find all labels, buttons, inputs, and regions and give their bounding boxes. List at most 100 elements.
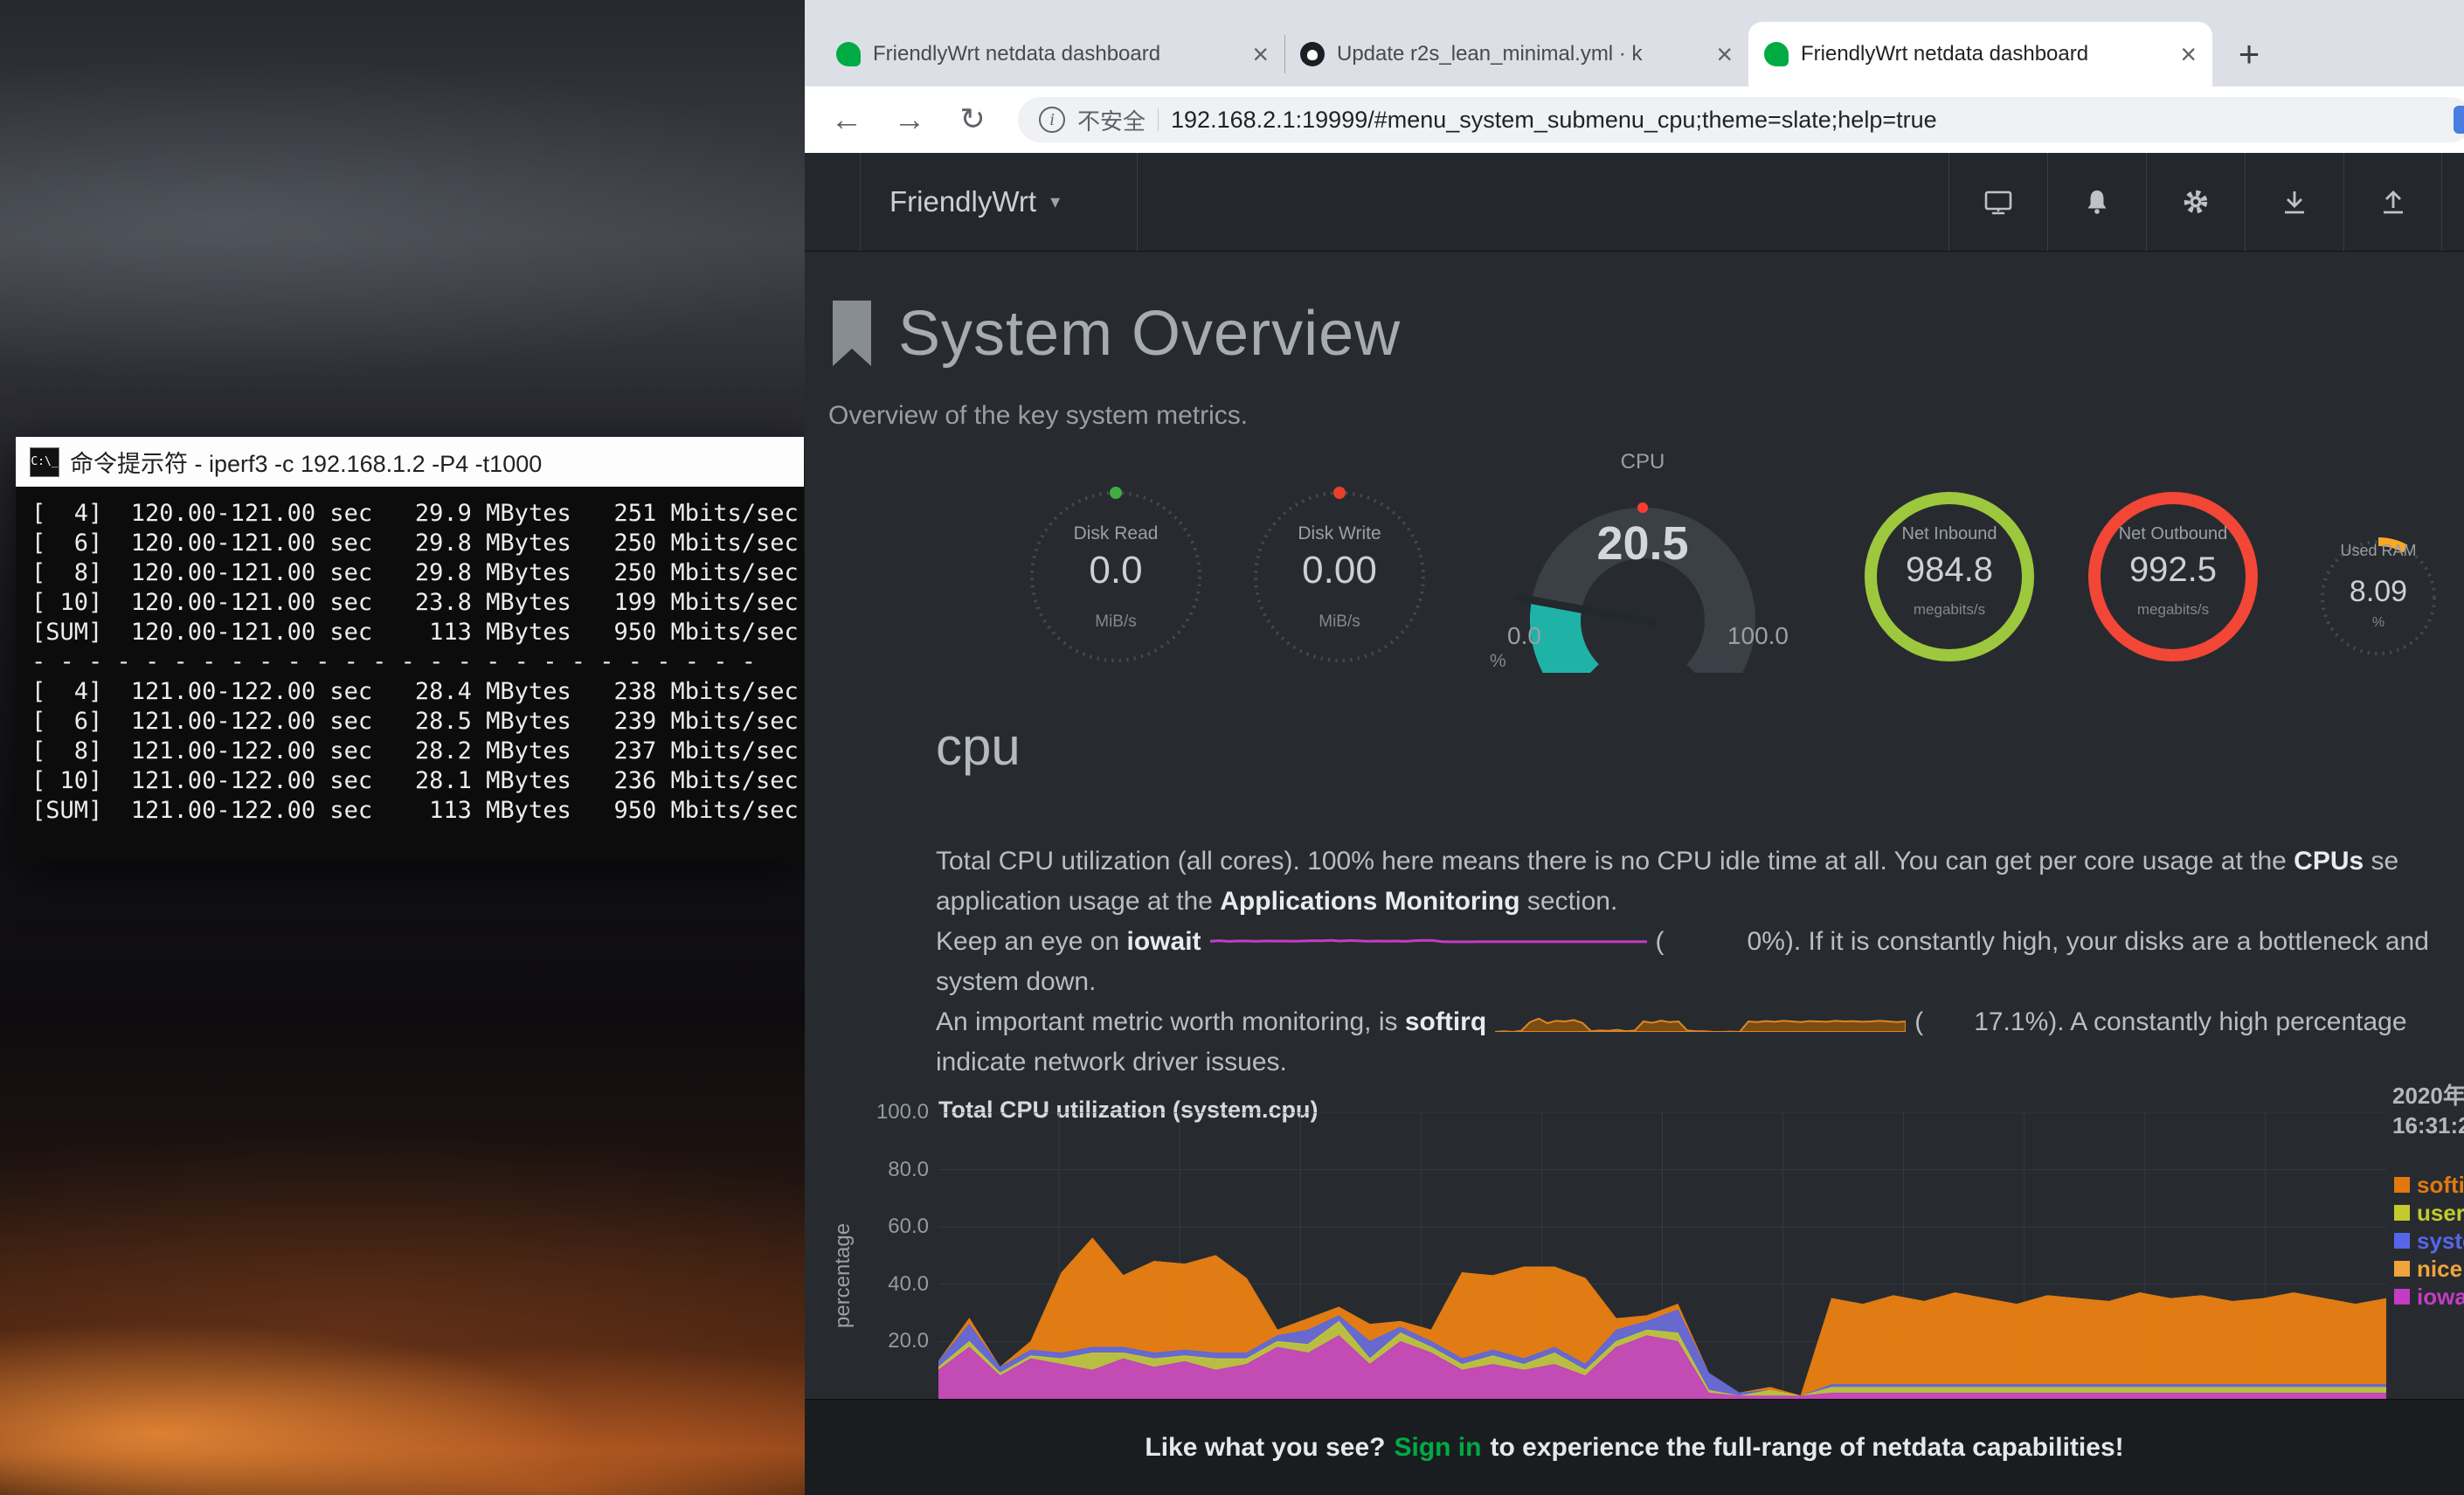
gauge-disk-write[interactable]: Disk Write 0.00 MiB/s	[1249, 486, 1430, 668]
terminal-line: [ 8] 121.00-122.00 sec 28.2 MBytes 237 M…	[31, 737, 788, 766]
netdata-navbar: FriendlyWrt ▾	[805, 153, 2464, 252]
import-button[interactable]	[2245, 153, 2343, 251]
reload-button[interactable]: ↻	[952, 99, 993, 141]
brand-label: FriendlyWrt	[889, 185, 1036, 218]
cpu-description: Total CPU utilization (all cores). 100% …	[936, 841, 2464, 1083]
text-line: system down.	[936, 962, 2464, 1002]
y-tick: 60.0	[855, 1215, 929, 1239]
terminal-body[interactable]: [ 4] 120.00-121.00 sec 29.9 MBytes 251 M…	[16, 487, 804, 862]
legend-label: user	[2417, 1200, 2464, 1227]
settings-button[interactable]	[2146, 153, 2245, 251]
clipped-toolbar-icon[interactable]	[2454, 106, 2464, 134]
export-button[interactable]	[2343, 153, 2442, 251]
legend-item-softirq[interactable]: softirq	[2394, 1171, 2464, 1199]
terminal-line: [ 10] 121.00-122.00 sec 28.1 MBytes 236 …	[31, 766, 788, 796]
tab-close-icon[interactable]: ×	[1716, 40, 1733, 68]
chart-datetime: 2020年3 16:31:2	[2392, 1081, 2464, 1140]
gauge-max: 100.0	[1727, 622, 1789, 650]
back-button[interactable]: ←	[826, 99, 868, 141]
url-text[interactable]: 192.168.2.1:19999/#menu_system_submenu_c…	[1171, 107, 1937, 134]
banner-text: Like what you see?	[1145, 1433, 1385, 1463]
caret-down-icon: ▾	[1050, 190, 1060, 213]
section-heading-cpu: cpu	[936, 716, 1021, 777]
y-tick: 80.0	[855, 1158, 929, 1182]
cpu-utilization-chart[interactable]	[938, 1112, 2386, 1399]
applications-monitoring-link[interactable]: Applications Monitoring	[1220, 887, 1519, 916]
tab-close-icon[interactable]: ×	[2180, 40, 2197, 68]
sign-in-link[interactable]: Sign in	[1394, 1433, 1481, 1463]
tab-github[interactable]: Update r2s_lean_minimal.yml · k ×	[1284, 22, 1748, 87]
gauge-unit: %	[1490, 651, 1506, 672]
text-line: indicate network driver issues.	[936, 1042, 2464, 1083]
gauge-unit: megabits/s	[1862, 601, 2037, 619]
terminal-window[interactable]: C:\_ 命令提示符 - iperf3 -c 192.168.1.2 -P4 -…	[16, 437, 804, 862]
cmd-icon: C:\_	[30, 447, 59, 477]
terminal-titlebar[interactable]: C:\_ 命令提示符 - iperf3 -c 192.168.1.2 -P4 -…	[16, 437, 804, 487]
y-tick: 20.0	[855, 1329, 929, 1353]
gauge-value: 984.8	[1862, 550, 2037, 590]
my-netdata-button[interactable]	[1948, 153, 2047, 251]
legend-swatch	[2394, 1233, 2410, 1249]
github-favicon	[1300, 42, 1325, 66]
gauge-unit: MiB/s	[1025, 613, 1207, 632]
gauge-unit: MiB/s	[1249, 613, 1430, 632]
gauge-used-ram[interactable]: Used RAM 8.09 %	[2308, 528, 2448, 668]
gauge-label: Disk Read	[1025, 523, 1207, 544]
gauge-value: 992.5	[2086, 550, 2260, 590]
gauge-disk-read[interactable]: Disk Read 0.0 MiB/s	[1025, 486, 1207, 668]
gauge-value: 8.09	[2308, 575, 2448, 609]
iowait-sparkline[interactable]	[1210, 934, 1647, 946]
gauge-value: 0.0	[1025, 549, 1207, 592]
gauge-value: 0.00	[1249, 549, 1430, 592]
legend-item-iowait[interactable]: iowait	[2394, 1283, 2464, 1311]
tab-label: FriendlyWrt netdata dashboard	[1801, 42, 2168, 66]
legend-item-nice[interactable]: nice	[2394, 1255, 2464, 1283]
bookmark-icon	[828, 299, 876, 369]
gauge-label: CPU	[1490, 450, 1796, 474]
cpus-link[interactable]: CPUs	[2294, 847, 2364, 876]
tab-netdata-active[interactable]: FriendlyWrt netdata dashboard ×	[1748, 22, 2212, 87]
legend-swatch	[2394, 1261, 2410, 1277]
netdata-page: FriendlyWrt ▾	[805, 153, 2464, 1495]
brand-dropdown[interactable]: FriendlyWrt ▾	[860, 153, 1138, 251]
security-label: 不安全	[1077, 104, 1145, 136]
terminal-line: - - - - - - - - - - - - - - - - - - - - …	[31, 647, 788, 677]
terminal-line: [ 4] 121.00-122.00 sec 28.4 MBytes 238 M…	[31, 677, 788, 707]
address-bar[interactable]: i 不安全 192.168.2.1:19999/#menu_system_sub…	[1018, 97, 2464, 142]
iowait-label: iowait	[1127, 927, 1201, 956]
legend-label: nice	[2417, 1256, 2462, 1283]
site-info-icon[interactable]: i	[1039, 107, 1065, 133]
legend-swatch	[2394, 1289, 2410, 1305]
netdata-favicon	[1764, 42, 1789, 66]
gauge-cpu[interactable]: CPU 20.5 0.0 100.0 %	[1490, 450, 1796, 703]
text-line: Keep an eye on iowait(0%). If it is cons…	[936, 922, 2464, 962]
download-icon	[2279, 186, 2310, 218]
alarms-button[interactable]	[2047, 153, 2146, 251]
tab-close-icon[interactable]: ×	[1252, 40, 1269, 68]
softirq-sparkline[interactable]	[1495, 1009, 1906, 1032]
terminal-line: [ 8] 120.00-121.00 sec 29.8 MBytes 250 M…	[31, 558, 788, 588]
text: A constantly high percentage	[2065, 1007, 2407, 1036]
legend-label: iowait	[2417, 1284, 2464, 1311]
gauge-value: 20.5	[1490, 516, 1796, 571]
netdata-favicon	[836, 42, 861, 66]
text-line: application usage at the Applications Mo…	[936, 882, 2464, 922]
text: application usage at the	[936, 887, 1220, 916]
y-tick: 100.0	[855, 1100, 929, 1125]
gauge-label: Net Outbound	[2086, 524, 2260, 544]
upload-icon	[2377, 186, 2409, 218]
terminal-line: [ 6] 120.00-121.00 sec 29.8 MBytes 250 M…	[31, 529, 788, 558]
y-tick: 40.0	[855, 1272, 929, 1297]
gauge-net-outbound[interactable]: Net Outbound 992.5 megabits/s	[2086, 489, 2260, 664]
legend-item-user[interactable]: user	[2394, 1199, 2464, 1227]
forward-button[interactable]: →	[889, 99, 931, 141]
legend-label: softirq	[2417, 1172, 2464, 1199]
tab-label: FriendlyWrt netdata dashboard	[873, 42, 1240, 66]
legend-label: system	[2417, 1228, 2464, 1255]
legend-item-system[interactable]: system	[2394, 1227, 2464, 1255]
gauge-net-inbound[interactable]: Net Inbound 984.8 megabits/s	[1862, 489, 2037, 664]
tab-strip: FriendlyWrt netdata dashboard × Update r…	[805, 0, 2464, 87]
tab-netdata-1[interactable]: FriendlyWrt netdata dashboard ×	[820, 22, 1284, 87]
new-tab-button[interactable]: +	[2225, 30, 2274, 79]
page-subtitle: Overview of the key system metrics.	[828, 401, 1248, 431]
